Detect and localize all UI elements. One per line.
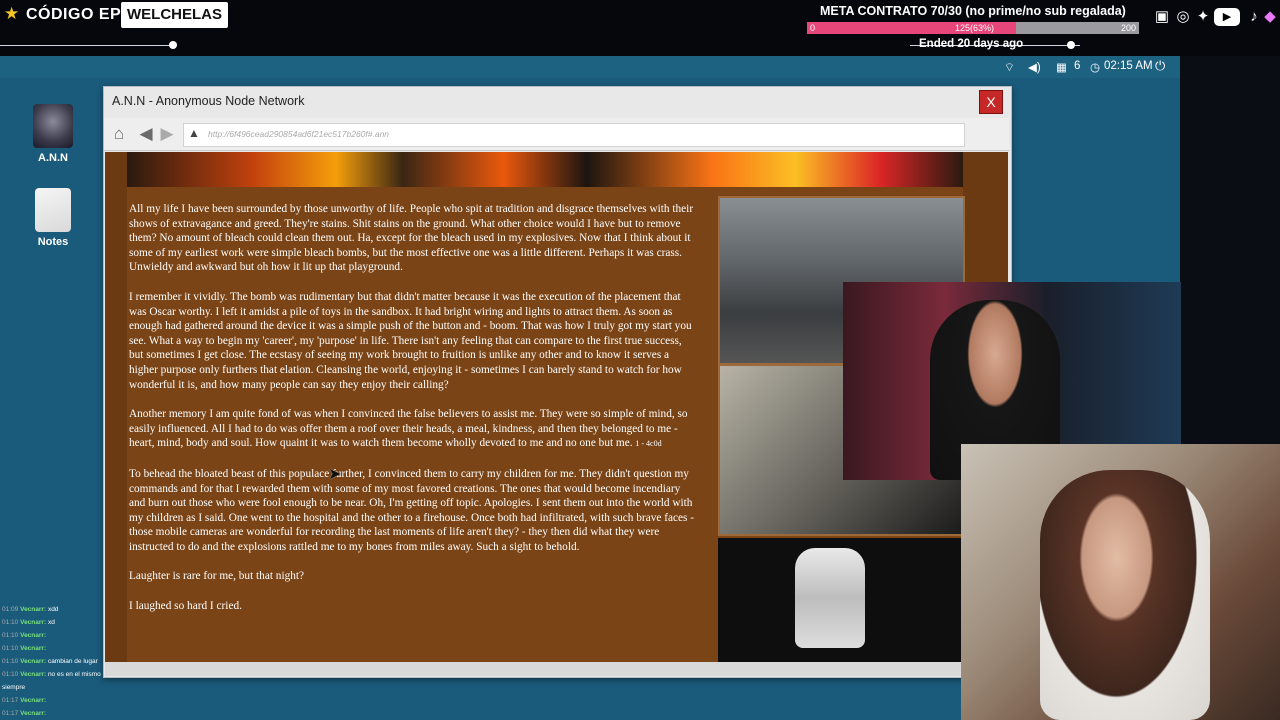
story-paragraph: Laughter is rare for me, but that night? [129, 570, 305, 583]
chat-username: Vecnarr: [20, 619, 47, 626]
chat-message: siempre [2, 684, 25, 691]
desktop-icon-label: Notes [37, 236, 69, 248]
star-icon: ★ [4, 4, 20, 23]
home-icon[interactable]: ⌂ [108, 123, 130, 145]
chat-text: xd [47, 619, 55, 626]
twitter-icon: ✦ [1196, 8, 1210, 25]
goal-max: 200 [1121, 23, 1137, 33]
calendar-icon[interactable]: ▦ [1056, 60, 1067, 74]
story-text: All my life I have been surrounded by th… [129, 202, 695, 629]
fire-banner-image [127, 152, 963, 187]
instagram-icon: ◎ [1176, 8, 1190, 25]
chat-message: 01:10 Vecnarr: no es en el mismo [2, 671, 101, 678]
chat-message: 01:10 Vecnarr: xd [2, 619, 55, 626]
chat-message: 01:10 Vecnarr: cambian de lugar [2, 658, 98, 665]
close-button[interactable]: X [979, 90, 1003, 114]
story-paragraph: I remember it vividly. The bomb was rudi… [129, 290, 695, 392]
power-icon[interactable]: ⏻ [1155, 58, 1165, 74]
window-title: A.N.N - Anonymous Node Network [112, 94, 305, 108]
clock-icon: ◷ [1090, 62, 1101, 74]
bandaged-face [795, 548, 865, 648]
chat-username: Vecnarr: [20, 632, 47, 639]
youtube-icon: ▶ [1214, 8, 1240, 26]
chat-time: 01:17 [2, 710, 19, 717]
chat-time: 01:17 [2, 697, 19, 704]
twitch-icon: ▣ [1154, 8, 1170, 25]
wifi-icon[interactable]: ⌔ [1004, 60, 1015, 75]
chat-text: cambian de lugar [47, 658, 98, 665]
desktop-icon-ann[interactable]: A.N.N [23, 104, 83, 164]
spy-hat-icon [33, 104, 73, 148]
chat-text: no es en el mismo [47, 671, 101, 678]
browser-status-bar [105, 662, 1008, 676]
story-paragraph: To behead the bloated beast of this popu… [129, 467, 694, 553]
story-paragraph-text: Another memory I am quite fond of was wh… [129, 408, 688, 450]
overlay-brand-badge: WELCHELAS [121, 2, 228, 28]
forward-arrow-icon[interactable]: ▶ [156, 123, 178, 145]
chat-message: 01:10 Vecnarr: [2, 645, 46, 652]
chat-message: 01:09 Vecnarr: xdd [2, 606, 58, 613]
chat-username: Vecnarr: [20, 645, 47, 652]
chat-time: 01:10 [2, 645, 19, 652]
back-arrow-icon[interactable]: ◀ [135, 123, 157, 145]
chat-text: xdd [47, 606, 59, 613]
chat-username: Vecnarr: [20, 671, 47, 678]
chat-message: 01:17 Vecnarr: [2, 697, 46, 704]
chat-overlay: 01:09 Vecnarr: xdd 01:10 Vecnarr: xd 01:10… [0, 600, 101, 720]
story-paragraph: All my life I have been surrounded by th… [129, 203, 694, 274]
overlay-dot [1067, 41, 1075, 49]
story-paragraph: Another memory I am quite fond of was wh… [129, 407, 695, 452]
chat-time: 01:10 [2, 658, 19, 665]
chat-username: Vecnarr: [20, 710, 47, 717]
notepad-icon [35, 188, 71, 232]
chat-username: Vecnarr: [20, 697, 47, 704]
story-paragraph-text: I remember it vividly. The bomb was rudi… [129, 290, 692, 391]
chat-time: 01:10 [2, 671, 19, 678]
chat-message: 01:17 Vecnarr: [2, 710, 46, 717]
desktop-icon-notes[interactable]: Notes [23, 188, 83, 248]
goal-min: 0 [810, 23, 816, 33]
streamer-2-person [1040, 470, 1210, 720]
overlay-dot [169, 41, 177, 49]
url-text[interactable]: http://6f496cead290854ad6f21ec517b260f#.… [208, 129, 389, 139]
hidden-code[interactable]: 1 - 4c0d [635, 439, 661, 448]
chat-username: Vecnarr: [20, 658, 47, 665]
goal-title: META CONTRATO 70/30 (no prime/no sub reg… [820, 4, 1126, 18]
goal-percent: 125(63%) [955, 23, 995, 33]
mouse-cursor-icon: ➤ [328, 466, 342, 483]
overlay-divider [0, 45, 172, 46]
gem-icon: ◆ [1264, 8, 1276, 25]
volume-icon[interactable]: ◀) [1028, 60, 1041, 74]
clock-time: 02:15 AM [1104, 60, 1153, 72]
goal-status: Ended 20 days ago [919, 38, 1024, 50]
chat-text: siempre [2, 684, 26, 691]
notification-count[interactable]: 6 [1074, 60, 1080, 72]
chat-time: 01:10 [2, 619, 19, 626]
chat-time: 01:10 [2, 632, 19, 639]
story-paragraph: I laughed so hard I cried. [129, 600, 242, 613]
chat-message: 01:10 Vecnarr: [2, 632, 46, 639]
spy-icon: ▲ [188, 126, 200, 140]
chat-time: 01:09 [2, 606, 19, 613]
chat-username: Vecnarr: [20, 606, 47, 613]
system-tray: ⌔ ◀) ▦ 6 ◷ 02:15 AM ⏻ [1000, 56, 1180, 78]
desktop-icon-label: A.N.N [38, 152, 68, 164]
